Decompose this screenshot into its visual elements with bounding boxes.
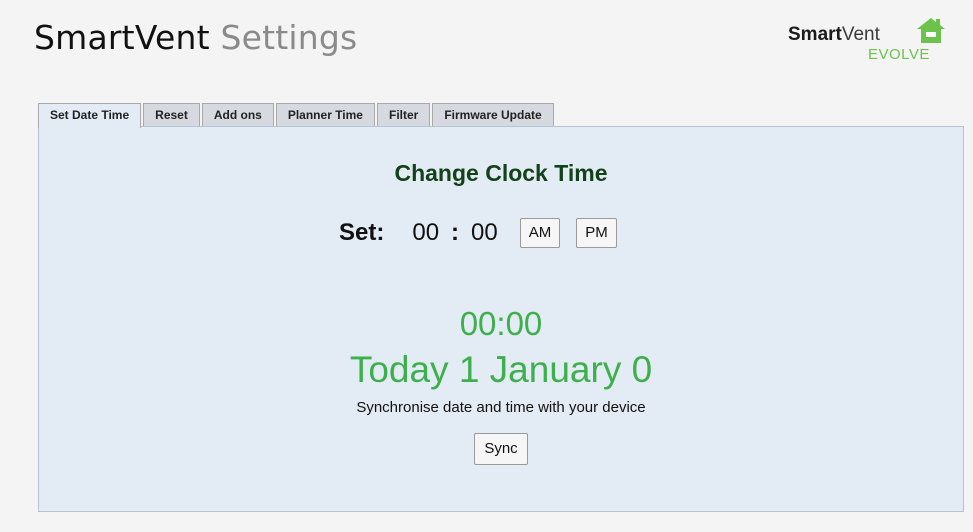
tab-reset[interactable]: Reset: [143, 103, 200, 127]
logo-wordmark: SmartVent: [788, 24, 880, 46]
clock-display: 00:00: [459, 305, 543, 342]
logo-word-thin: Vent: [841, 24, 880, 45]
tab-set-date-time[interactable]: Set Date Time: [38, 103, 142, 128]
minutes-field[interactable]: 00: [471, 219, 498, 247]
settings-page: SmartVent Settings SmartVent EVOLVE Set …: [0, 0, 973, 532]
date-display: Today 1 January 0: [349, 349, 653, 390]
panel-heading: Change Clock Time: [394, 160, 608, 186]
logo-tagline: EVOLVE: [868, 46, 930, 63]
sync-button[interactable]: Sync: [474, 433, 528, 465]
page-title-brand: SmartVent: [34, 18, 210, 57]
set-date-time-panel: Change Clock Time Set: 00 : 00 AM PM 00:…: [38, 126, 964, 512]
settings-tabs: Set Date Time Reset Add ons Planner Time…: [38, 103, 556, 128]
pm-button[interactable]: PM: [576, 218, 617, 248]
smartvent-logo: SmartVent EVOLVE: [788, 14, 948, 66]
page-title: SmartVent Settings: [34, 18, 357, 57]
tab-firmware-update[interactable]: Firmware Update: [432, 103, 554, 127]
tab-planner-time[interactable]: Planner Time: [275, 103, 375, 127]
house-icon: [916, 16, 946, 44]
set-time-row: Set: 00 : 00 AM PM: [339, 213, 617, 253]
logo-word-bold: Smart: [788, 24, 842, 45]
sync-button-wrap: Sync: [39, 433, 963, 465]
tab-filter[interactable]: Filter: [376, 103, 431, 127]
hours-field[interactable]: 00: [412, 219, 439, 247]
page-title-sub: Settings: [220, 18, 358, 57]
set-label: Set:: [339, 219, 385, 246]
time-separator: :: [451, 219, 460, 246]
am-button[interactable]: AM: [519, 218, 561, 248]
sync-description: Synchronise date and time with your devi…: [356, 399, 646, 416]
tab-add-ons[interactable]: Add ons: [201, 103, 274, 127]
